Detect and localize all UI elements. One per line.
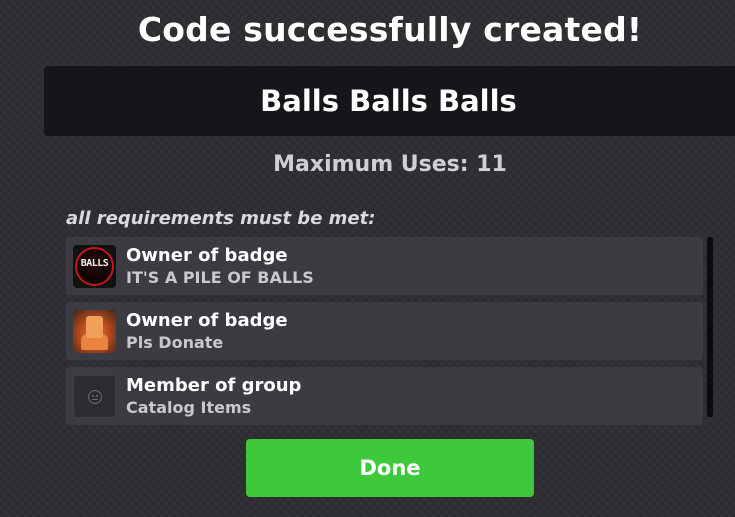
code-text: Balls Balls Balls: [260, 84, 517, 118]
requirement-item: BALLS Owner of badge IT'S A PILE OF BALL…: [66, 237, 703, 295]
done-button[interactable]: Done: [246, 439, 534, 497]
badge-thumb-text: BALLS: [80, 258, 109, 269]
requirements-label: all requirements must be met:: [66, 208, 376, 229]
requirements-list: BALLS Owner of badge IT'S A PILE OF BALL…: [66, 237, 703, 427]
code-display: Balls Balls Balls: [44, 66, 735, 136]
requirement-subtitle: IT'S A PILE OF BALLS: [126, 268, 314, 287]
group-placeholder-icon: [73, 375, 116, 418]
requirement-title: Member of group: [126, 375, 302, 396]
dialog-title: Code successfully created!: [137, 10, 643, 49]
balls-badge-icon: BALLS: [73, 245, 116, 288]
done-button-label: Done: [359, 456, 421, 480]
requirement-subtitle: Catalog Items: [126, 398, 252, 417]
requirement-item: Owner of badge Pls Donate: [66, 302, 703, 360]
requirement-subtitle: Pls Donate: [126, 333, 224, 352]
requirement-title: Owner of badge: [126, 245, 288, 266]
requirements-scrollbar[interactable]: [707, 237, 713, 417]
donate-badge-icon: [73, 310, 116, 353]
requirement-item: Member of group Catalog Items: [66, 367, 703, 425]
max-uses-label: Maximum Uses: 11: [273, 152, 507, 177]
requirement-title: Owner of badge: [126, 310, 288, 331]
